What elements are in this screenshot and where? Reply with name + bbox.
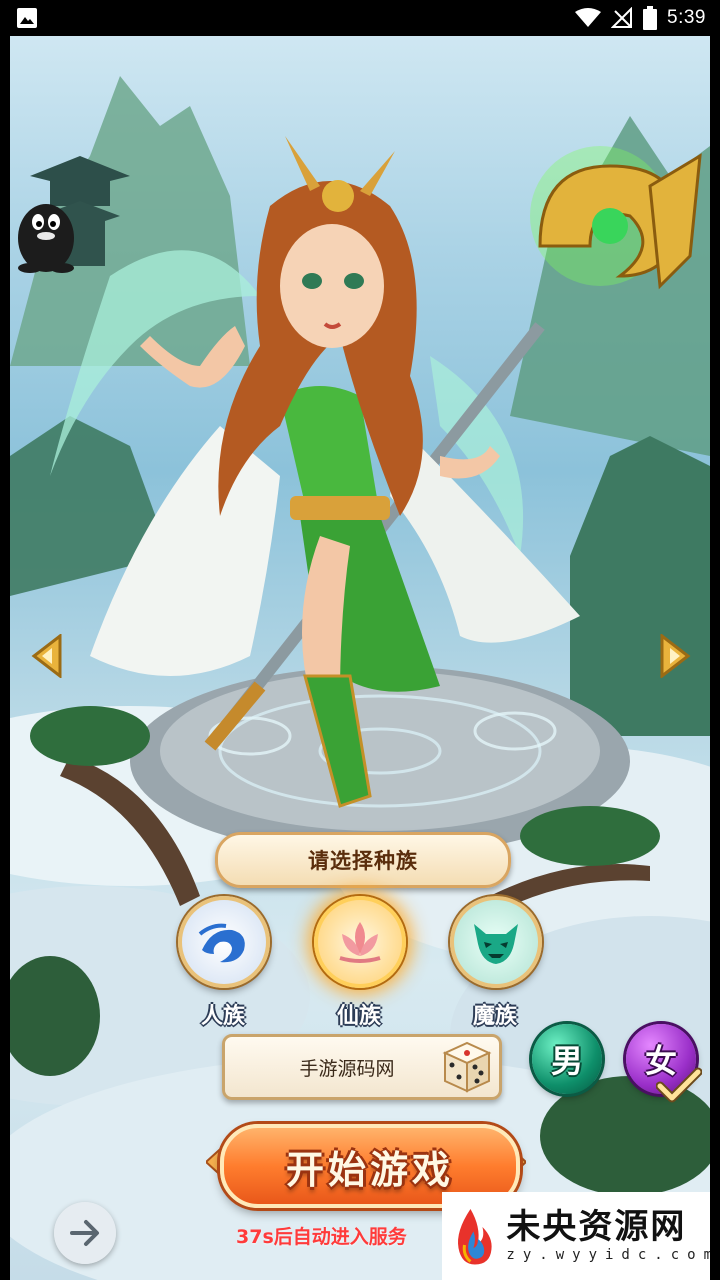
race-option-demon[interactable]: 魔族 bbox=[450, 896, 542, 1030]
character-name-input[interactable] bbox=[245, 1055, 449, 1079]
race-label-human: 人族 bbox=[200, 1004, 245, 1029]
signal-icon bbox=[611, 7, 633, 28]
site-watermark: 未央资源网 zy.wyyidc.com bbox=[442, 1192, 710, 1280]
arrow-right-icon bbox=[70, 1220, 99, 1246]
status-bar: 5:39 bbox=[0, 0, 720, 36]
gender-male-label: 男 bbox=[550, 1042, 583, 1080]
gender-male-button[interactable]: 男 bbox=[532, 1024, 602, 1094]
race-label-immortal: 仙族 bbox=[336, 1004, 381, 1029]
random-name-dice-icon[interactable] bbox=[437, 1039, 495, 1095]
demon-race-emblem-icon bbox=[450, 896, 542, 988]
next-character-arrow-icon[interactable] bbox=[658, 634, 692, 678]
watermark-title: 未央资源网 bbox=[506, 1207, 687, 1248]
auto-enter-countdown: 37s后自动进入服务 bbox=[236, 1226, 407, 1248]
character-name-field[interactable] bbox=[222, 1034, 502, 1100]
race-select-banner: 请选择种族 bbox=[215, 832, 511, 888]
race-option-immortal[interactable]: 仙族 bbox=[314, 896, 406, 1030]
race-select-title: 请选择种族 bbox=[308, 849, 418, 873]
character-illustration bbox=[50, 136, 702, 808]
enter-arrow-button[interactable] bbox=[54, 1202, 116, 1264]
race-option-human[interactable]: 人族 bbox=[178, 896, 270, 1030]
race-label-demon: 魔族 bbox=[472, 1004, 517, 1029]
previous-character-arrow-icon[interactable] bbox=[30, 634, 64, 678]
watermark-url: zy.wyyidc.com bbox=[506, 1246, 710, 1263]
start-game-label: 开始游戏 bbox=[285, 1147, 454, 1192]
watermark-text: 未央资源网 zy.wyyidc.com bbox=[506, 1207, 710, 1263]
selected-check-icon bbox=[656, 1067, 702, 1103]
flame-logo-icon bbox=[457, 1209, 492, 1265]
lotus-race-emblem-icon bbox=[314, 896, 406, 988]
status-icons: 5:39 bbox=[575, 0, 706, 36]
battery-icon bbox=[643, 6, 658, 30]
human-race-emblem-icon bbox=[178, 896, 270, 988]
wifi-icon bbox=[575, 8, 602, 27]
game-screen: 请选择种族 人族 仙族 魔族 手游源码网 男 女 开始游戏 37s后自动进入服务… bbox=[10, 36, 710, 1280]
image-notification-icon bbox=[17, 8, 37, 28]
clock-time: 5:39 bbox=[667, 7, 706, 28]
